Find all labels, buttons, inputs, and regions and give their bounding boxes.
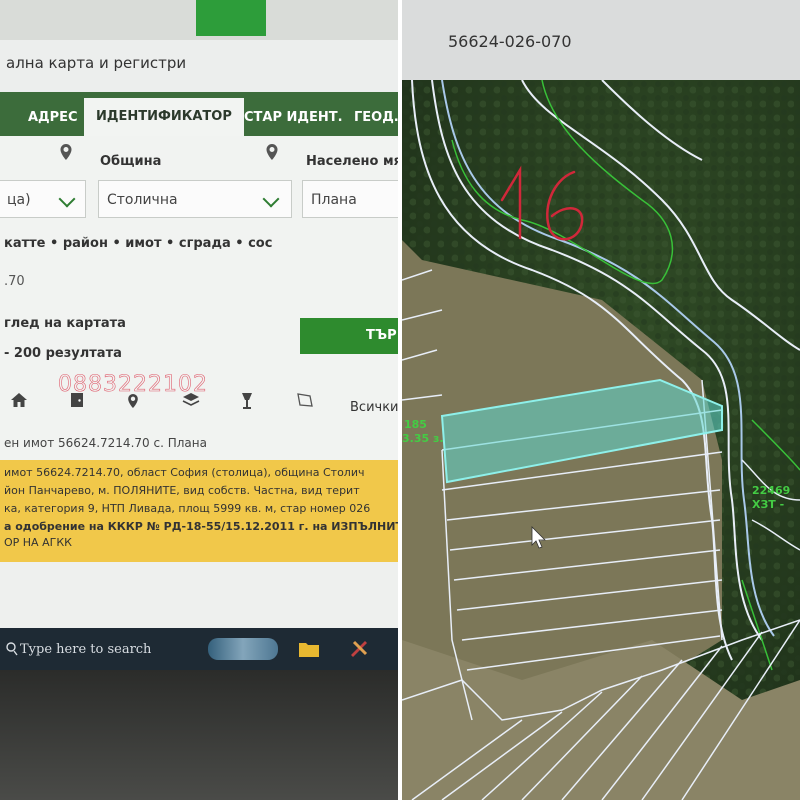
settlement-select[interactable]: Плана [302,180,398,218]
tab-geodetic[interactable]: ГЕОД. [354,100,398,136]
taskbar-search[interactable]: Type here to search [6,636,202,662]
site-title-bar: ална карта и регистри [0,40,398,92]
property-info-box: имот 56624.7214.70, област София (столиц… [0,460,398,562]
settlement-value: Плана [311,192,357,208]
filter-select[interactable]: Всички [350,400,398,415]
tab-identifier[interactable]: ИДЕНТИФИКАТОР [84,98,244,136]
lamp-icon[interactable] [240,392,254,410]
tab-old-identifier[interactable]: СТАР ИДЕНТ. [244,100,343,136]
map-pin-icon [60,144,72,160]
polygon-icon[interactable] [296,392,314,408]
municipality-value: Столична [107,192,178,208]
cadastral-map-panel: 56624-026-070 185 3.35 з. 22469 ХЗТ - [402,0,800,800]
map-view-label: глед на картата [4,316,126,331]
chevron-down-icon [262,190,280,208]
app-icon[interactable] [348,638,370,658]
map-pin-icon [266,144,278,160]
info-line: ОР НА АГКК [4,536,72,549]
search-tabs: АДРЕС ИДЕНТИФИКАТОР СТАР ИДЕНТ. ГЕОД. [0,92,398,136]
result-header: ен имот 56624.7214.70 с. Плана [0,420,398,460]
info-line: йон Панчарево, м. ПОЛЯНИТЕ, вид собств. … [4,484,360,497]
identifier-hint: катте • район • имот • сграда • сос [4,236,273,251]
info-line: ка, категория 9, НТП Ливада, площ 5999 к… [4,502,371,515]
info-line: имот 56624.7214.70, област София (столиц… [4,466,365,479]
app-tile[interactable] [196,0,266,36]
empty-area [0,562,398,628]
satellite-map[interactable] [402,80,800,800]
site-title: ална карта и регистри [6,54,187,72]
result-title[interactable]: ен имот 56624.7214.70 с. Плана [4,436,207,450]
map-header: 56624-026-070 [402,0,800,80]
laptop-bezel [0,670,398,800]
parcel-id: 56624-026-070 [448,32,572,51]
taskbar-widget[interactable] [208,638,278,660]
region-select[interactable]: ца) [0,180,86,218]
municipality-label: Община [100,154,162,169]
screen-photo-panel: ална карта и регистри АДРЕС ИДЕНТИФИКАТО… [0,0,398,800]
settlement-label: Населено мя [306,154,398,169]
browser-toolbar [0,0,398,40]
region-value: ца) [7,192,31,208]
parcel-label: 22469 [752,484,791,497]
home-icon[interactable] [10,392,28,408]
identifier-input[interactable]: .70 [4,274,25,289]
taskbar-search-text: Type here to search [20,642,152,657]
info-line: а одобрение на КККР № РД-18-55/15.12.201… [4,520,398,533]
folder-icon[interactable] [298,640,320,658]
search-icon [6,642,18,656]
tab-address[interactable]: АДРЕС [28,100,78,136]
chevron-down-icon [58,190,76,208]
municipality-select[interactable]: Столична [98,180,292,218]
results-count: - 200 резултата [4,346,122,361]
parcel-label: 3.35 з. [402,432,444,445]
search-button[interactable]: ТЪР [300,318,398,354]
parcel-label: 185 [404,418,427,431]
phone-overlay: 0883222102 [58,372,208,398]
taskbar: Type here to search [0,628,398,670]
parcel-label: ХЗТ - [752,498,785,511]
